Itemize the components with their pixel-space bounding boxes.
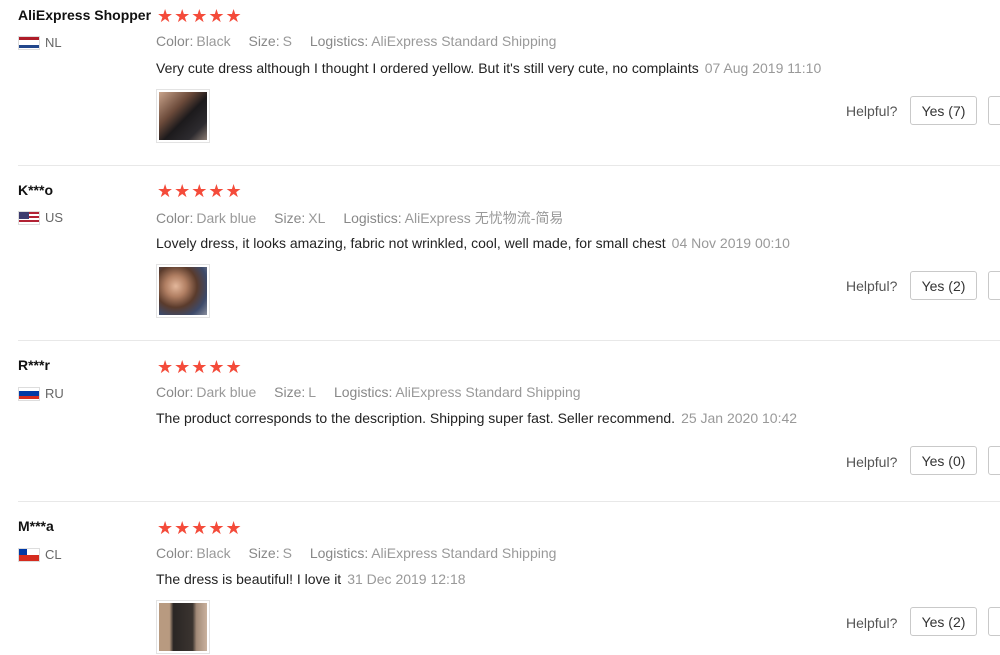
- order-properties: Color: Black Size: S Logistics: AliExpress …: [156, 545, 570, 561]
- logistics-value: AliExpress Standard Shipping: [371, 545, 557, 561]
- country-code: US: [45, 210, 64, 225]
- logistics-value: AliExpress Standard Shipping: [395, 384, 581, 400]
- color-label: Color:: [156, 33, 194, 49]
- size-value: XL: [308, 210, 326, 226]
- color-value: Dark blue: [196, 210, 257, 226]
- review-text: The product corresponds to the descripti…: [156, 410, 676, 426]
- reviewer-name: AliExpress Shopper: [18, 7, 152, 23]
- photo-thumbnail: [159, 267, 207, 315]
- review-divider: [18, 165, 1000, 166]
- logistics-label: Logistics:: [333, 384, 393, 400]
- size-label: Size:: [248, 545, 280, 561]
- review-date: 07 Aug 2019 11:10: [704, 60, 822, 76]
- logistics-value: AliExpress Standard Shipping: [371, 33, 557, 49]
- color-label: Color:: [156, 210, 194, 226]
- size-label: Size:: [248, 33, 280, 49]
- helpful-yes-button[interactable]: Yes (2): [910, 271, 977, 300]
- helpful-no-button[interactable]: [988, 607, 1000, 636]
- usa-flag-icon: [18, 210, 40, 225]
- review-divider: [18, 340, 1000, 341]
- reviewer-country: US: [18, 210, 63, 225]
- russia-flag-icon: [18, 386, 40, 401]
- logistics-label: Logistics:: [343, 210, 402, 226]
- review-text-line: The product corresponds to the descripti…: [156, 410, 797, 426]
- review-text-line: Very cute dress although I thought I ord…: [156, 60, 821, 76]
- review-photo[interactable]: [156, 600, 210, 654]
- order-properties: Color: Dark blue Size: XL Logistics: AliExp…: [156, 208, 577, 228]
- helpful-label: Helpful?: [846, 278, 898, 294]
- review-photo[interactable]: [156, 89, 210, 143]
- photo-thumbnail: [159, 92, 207, 140]
- order-properties: Color: Dark blue Size: L Logistics: AliExpr…: [156, 384, 595, 400]
- size-label: Size:: [274, 210, 306, 226]
- country-code: CL: [45, 547, 62, 562]
- order-properties: Color: Black Size: S Logistics: AliExpress …: [156, 33, 570, 49]
- reviewer-name: M***a: [18, 518, 54, 534]
- review-divider: [18, 501, 1000, 502]
- reviewer-country: NL: [18, 35, 62, 50]
- helpful-label: Helpful?: [846, 454, 898, 470]
- country-code: NL: [45, 35, 62, 50]
- chile-flag-icon: [18, 547, 40, 562]
- helpful-no-button[interactable]: [988, 446, 1000, 475]
- review-date: 25 Jan 2020 10:42: [681, 410, 798, 426]
- helpful-yes-button[interactable]: Yes (7): [910, 96, 977, 125]
- helpful-yes-button[interactable]: Yes (2): [910, 607, 977, 636]
- logistics-value: AliExpress 无忧物流-简易: [404, 210, 564, 226]
- helpful-label: Helpful?: [846, 615, 898, 631]
- helpful-no-button[interactable]: [988, 96, 1000, 125]
- country-code: RU: [45, 386, 64, 401]
- star-rating: ★★★★★: [157, 357, 243, 377]
- reviewer-name: K***o: [18, 182, 54, 198]
- star-rating: ★★★★★: [157, 6, 243, 26]
- size-label: Size:: [274, 384, 306, 400]
- helpful-yes-button[interactable]: Yes (0): [910, 446, 977, 475]
- review-text-line: The dress is beautiful! I love it 31 Dec …: [156, 571, 466, 587]
- logistics-label: Logistics:: [309, 33, 369, 49]
- color-label: Color:: [156, 545, 194, 561]
- reviewer-name: R***r: [18, 357, 50, 373]
- reviewer-country: RU: [18, 386, 64, 401]
- logistics-label: Logistics:: [309, 545, 369, 561]
- reviewer-country: CL: [18, 547, 62, 562]
- netherlands-flag-icon: [18, 35, 40, 50]
- color-value: Dark blue: [196, 384, 257, 400]
- size-value: S: [282, 33, 292, 49]
- color-value: Black: [196, 545, 231, 561]
- star-rating: ★★★★★: [157, 181, 243, 201]
- star-rating: ★★★★★: [157, 518, 243, 538]
- color-value: Black: [196, 33, 231, 49]
- helpful-label: Helpful?: [846, 103, 898, 119]
- review-text: The dress is beautiful! I love it: [156, 571, 342, 587]
- size-value: S: [282, 545, 292, 561]
- size-value: L: [308, 384, 317, 400]
- review-text: Very cute dress although I thought I ord…: [156, 60, 699, 76]
- review-text: Lovely dress, it looks amazing, fabric n…: [156, 235, 666, 251]
- photo-thumbnail: [159, 603, 207, 651]
- helpful-no-button[interactable]: [988, 271, 1000, 300]
- review-date: 31 Dec 2019 12:18: [347, 571, 466, 587]
- review-date: 04 Nov 2019 00:10: [671, 235, 790, 251]
- color-label: Color:: [156, 384, 194, 400]
- review-text-line: Lovely dress, it looks amazing, fabric n…: [156, 235, 790, 251]
- review-photo[interactable]: [156, 264, 210, 318]
